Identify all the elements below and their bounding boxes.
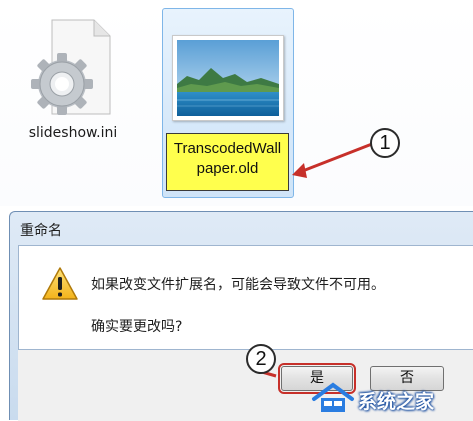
callout-arrow-1 — [292, 142, 373, 178]
file-explorer-pane: slideshow.ini TranscodedWall paper.old 1 — [0, 0, 473, 206]
site-watermark: 系统之家 — [310, 381, 470, 415]
dialog-title: 重命名 — [20, 223, 62, 239]
dialog-message: 如果改变文件扩展名，可能会导致文件不可用。 — [91, 277, 385, 293]
warning-icon — [42, 267, 78, 300]
watermark-text: 系统之家 — [358, 391, 435, 413]
step-callout-2: 2 — [246, 344, 276, 374]
step-callout-1: 1 — [370, 128, 400, 158]
house-logo-icon — [312, 382, 354, 412]
dialog-body: 如果改变文件扩展名，可能会导致文件不可用。 确实要更改吗? — [18, 245, 473, 350]
dialog-question: 确实要更改吗? — [91, 319, 183, 335]
